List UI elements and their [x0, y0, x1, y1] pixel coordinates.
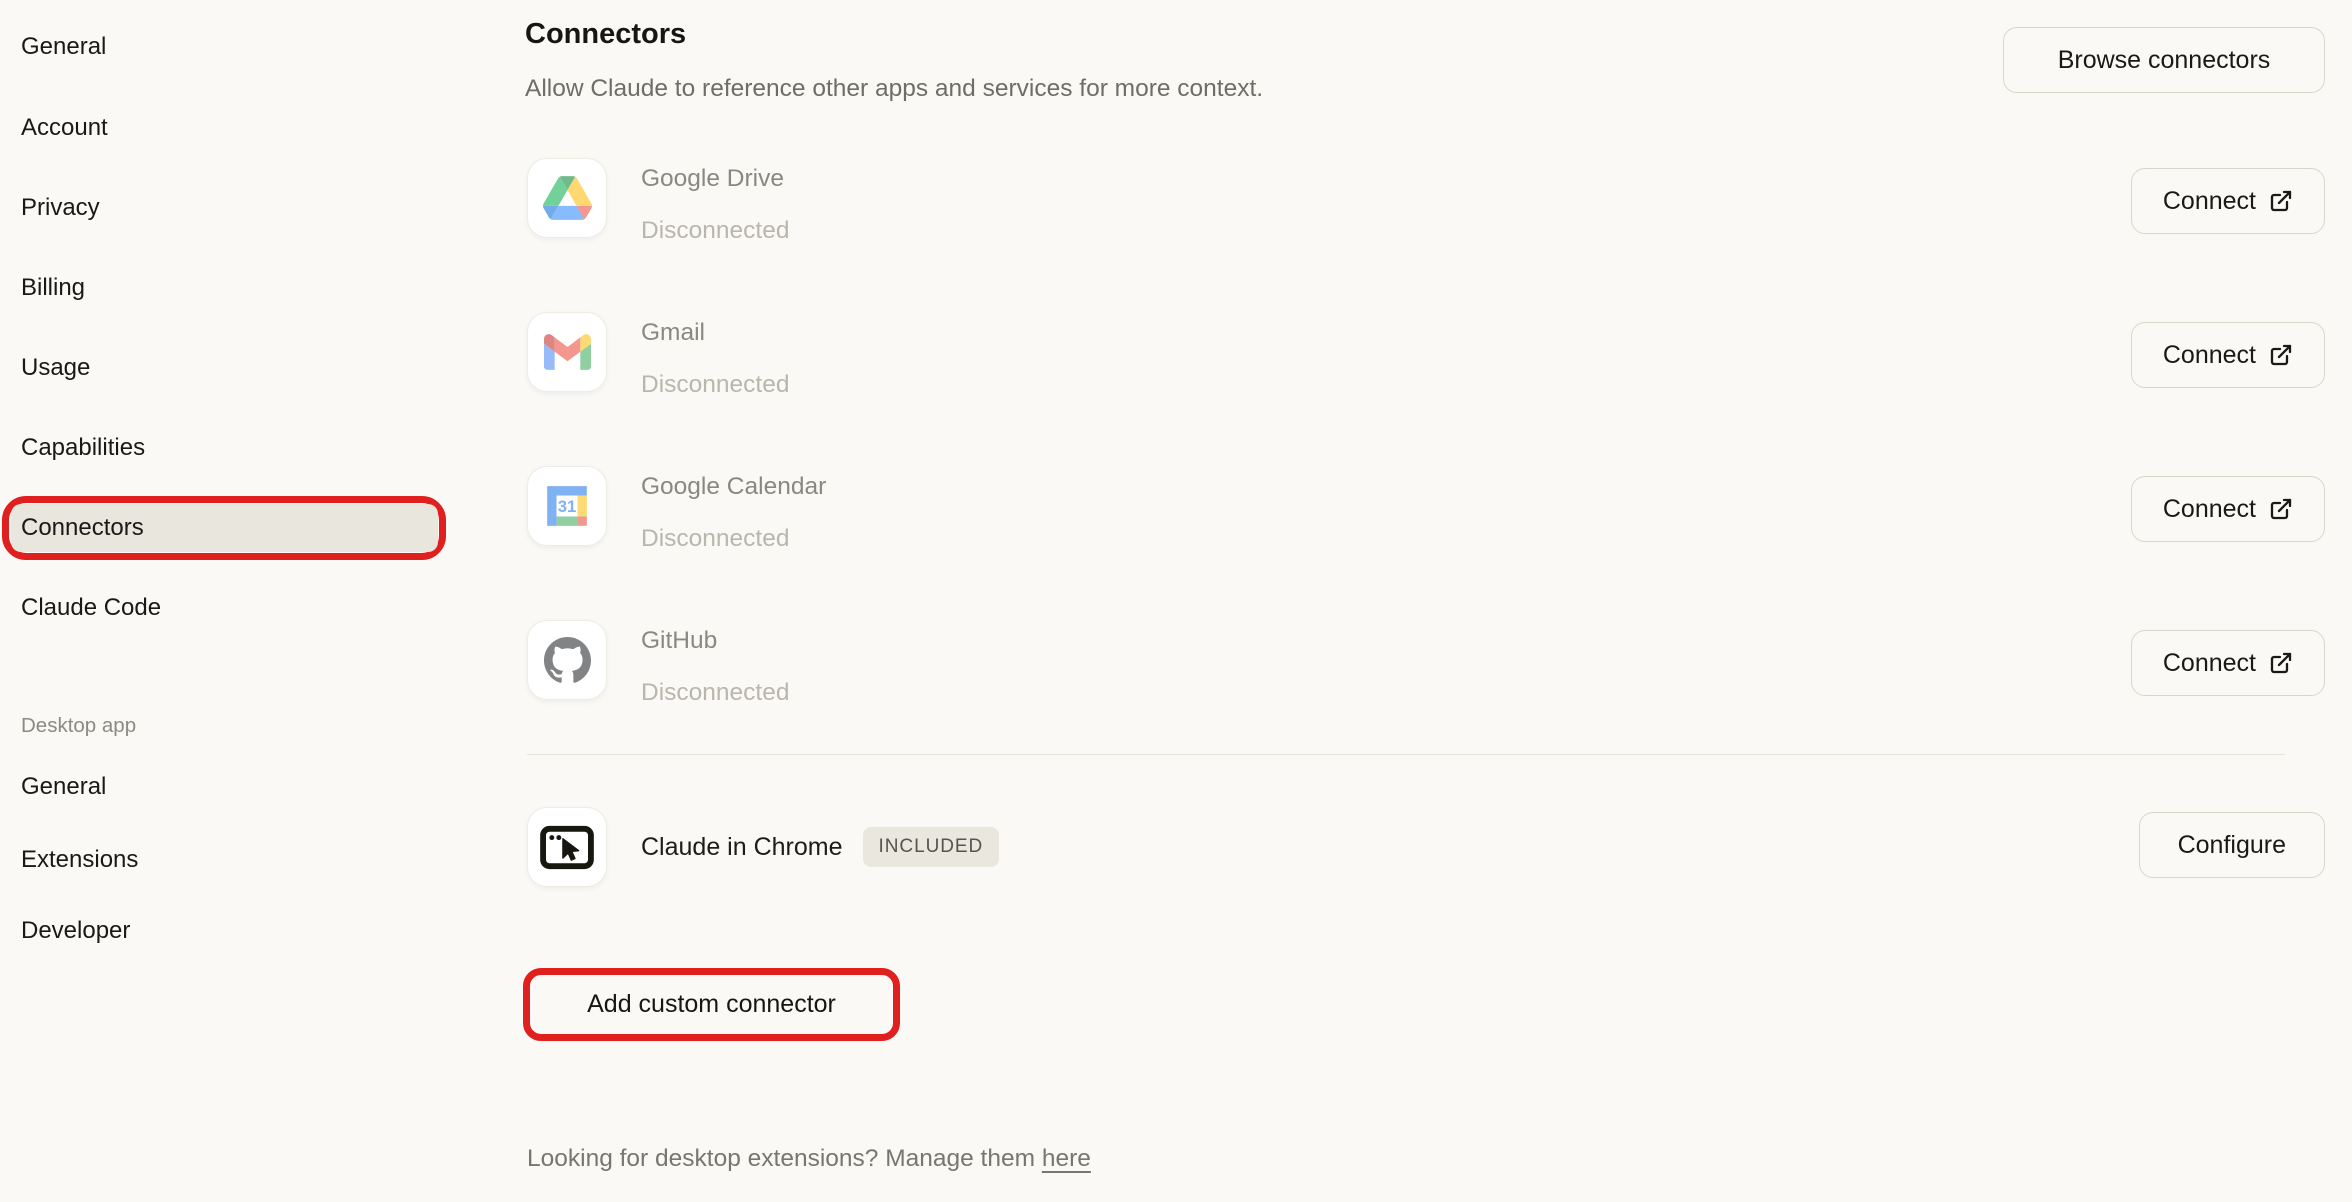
- connect-google-calendar-button[interactable]: Connect: [2131, 476, 2325, 542]
- page-title: Connectors: [525, 14, 686, 54]
- connector-row-gmail: Gmail Disconnected Connect: [0, 312, 2352, 392]
- add-custom-connector-button[interactable]: Add custom connector: [530, 975, 893, 1034]
- svg-text:31: 31: [558, 497, 577, 516]
- browse-connectors-label: Browse connectors: [2058, 46, 2271, 75]
- page-description: Allow Claude to reference other apps and…: [525, 72, 1263, 106]
- desktop-extensions-note-text: Looking for desktop extensions? Manage t…: [527, 1145, 1042, 1172]
- configure-label: Configure: [2178, 831, 2286, 860]
- connect-label: Connect: [2163, 341, 2256, 370]
- browse-connectors-button[interactable]: Browse connectors: [2003, 27, 2325, 93]
- connect-google-drive-button[interactable]: Connect: [2131, 168, 2325, 234]
- section-divider: [527, 754, 2285, 755]
- connector-name: Gmail: [641, 307, 789, 359]
- configure-claude-in-chrome-button[interactable]: Configure: [2139, 812, 2325, 878]
- connector-name: Claude in Chrome: [641, 833, 843, 862]
- connector-status: Disconnected: [641, 513, 826, 565]
- external-link-icon: [2269, 497, 2293, 521]
- google-calendar-icon: 31: [527, 466, 607, 546]
- connector-name: Google Drive: [641, 153, 789, 205]
- connector-row-claude-in-chrome: Claude in Chrome INCLUDED Configure: [0, 806, 2352, 888]
- external-link-icon: [2269, 651, 2293, 675]
- gmail-icon: [527, 312, 607, 392]
- connector-row-google-drive: Google Drive Disconnected Connect: [0, 158, 2352, 238]
- connect-gmail-button[interactable]: Connect: [2131, 322, 2325, 388]
- connector-status: Disconnected: [641, 359, 789, 411]
- connect-label: Connect: [2163, 649, 2256, 678]
- google-drive-icon: [527, 158, 607, 238]
- external-link-icon: [2269, 343, 2293, 367]
- connector-status: Disconnected: [641, 205, 789, 257]
- connector-row-github: GitHub Disconnected Connect: [0, 620, 2352, 700]
- claude-in-chrome-icon: [527, 807, 607, 887]
- connector-name: Google Calendar: [641, 461, 826, 513]
- manage-extensions-link[interactable]: here: [1042, 1145, 1091, 1172]
- included-badge: INCLUDED: [863, 827, 1000, 867]
- connect-github-button[interactable]: Connect: [2131, 630, 2325, 696]
- connector-status: Disconnected: [641, 667, 789, 719]
- annotation-highlight-add-custom-connector: Add custom connector: [523, 968, 900, 1041]
- connector-row-google-calendar: 31 Google Calendar Disconnected Connect: [0, 466, 2352, 546]
- settings-page: General Account Privacy Billing Usage Ca…: [0, 0, 2352, 1202]
- connect-label: Connect: [2163, 495, 2256, 524]
- desktop-extensions-note: Looking for desktop extensions? Manage t…: [527, 1142, 1091, 1176]
- connector-name: GitHub: [641, 615, 789, 667]
- external-link-icon: [2269, 189, 2293, 213]
- connectors-panel: Connectors Allow Claude to reference oth…: [0, 0, 2352, 1202]
- github-icon: [527, 620, 607, 700]
- connect-label: Connect: [2163, 187, 2256, 216]
